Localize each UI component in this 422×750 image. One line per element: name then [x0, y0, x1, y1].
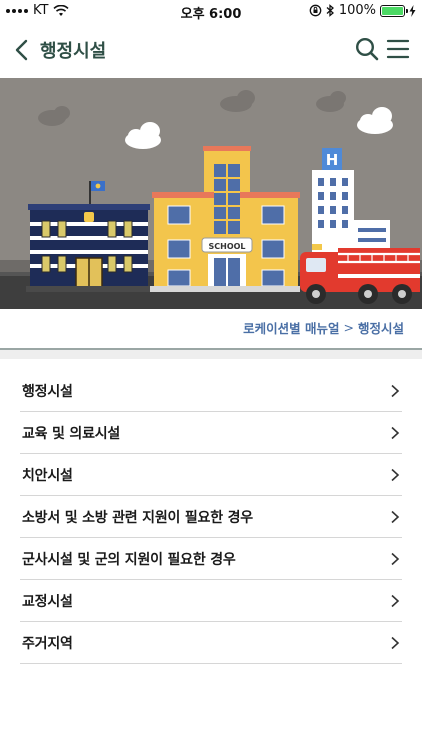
- navigation-bar: 행정시설: [0, 22, 422, 78]
- charging-icon: [409, 4, 416, 17]
- school-sign-text: SCHOOL: [208, 242, 245, 251]
- list-item-label: 교육 및 의료시설: [22, 425, 121, 442]
- list-item-label: 군사시설 및 군의 지원이 필요한 경우: [22, 551, 236, 568]
- battery-percent: 100%: [338, 3, 376, 18]
- list-item-residential[interactable]: 주거지역: [20, 622, 402, 664]
- list-item-public-safety[interactable]: 치안시설: [20, 454, 402, 496]
- orientation-lock-icon: [309, 4, 322, 17]
- list-item-military[interactable]: 군사시설 및 군의 지원이 필요한 경우: [20, 538, 402, 580]
- list-item-label: 치안시설: [22, 467, 73, 484]
- back-button[interactable]: [12, 38, 32, 62]
- list-item-label: 소방서 및 소방 관련 지원이 필요한 경우: [22, 509, 253, 526]
- breadcrumb-separator: >: [343, 320, 354, 335]
- list-item-label: 주거지역: [22, 635, 73, 652]
- list-item-label: 행정시설: [22, 383, 73, 400]
- fire-truck-illustration: [300, 244, 420, 304]
- bluetooth-icon: [326, 4, 334, 17]
- chevron-right-icon: [391, 468, 400, 481]
- chevron-right-icon: [391, 384, 400, 397]
- list-item-label: 교정시설: [22, 593, 73, 610]
- chevron-right-icon: [391, 426, 400, 439]
- chevron-right-icon: [391, 510, 400, 523]
- status-bar: KT 오후 6:00 100%: [0, 0, 422, 22]
- facilities-banner: SCHOOL H: [0, 78, 422, 309]
- list-item-administrative[interactable]: 행정시설: [20, 370, 402, 412]
- section-gap: [0, 350, 422, 359]
- chevron-right-icon: [391, 594, 400, 607]
- battery-fill: [382, 6, 403, 15]
- hospital-sign-text: H: [326, 151, 339, 169]
- page-title: 행정시설: [40, 41, 107, 62]
- breadcrumb: 로케이션별 매뉴얼 > 행정시설: [243, 318, 404, 337]
- list-item-correctional[interactable]: 교정시설: [20, 580, 402, 622]
- chevron-right-icon: [391, 552, 400, 565]
- battery-icon: [380, 4, 408, 17]
- list-item-education-medical[interactable]: 교육 및 의료시설: [20, 412, 402, 454]
- menu-icon[interactable]: [386, 38, 410, 60]
- breadcrumb-current: 행정시설: [357, 321, 404, 336]
- facility-list: 행정시설 교육 및 의료시설 치안시설 소방서 및 소방 관련 지원이 필요한 …: [20, 370, 402, 664]
- list-item-fire-station[interactable]: 소방서 및 소방 관련 지원이 필요한 경우: [20, 496, 402, 538]
- status-right: 100%: [309, 3, 416, 18]
- facilities-illustration: SCHOOL H: [0, 78, 422, 309]
- search-icon[interactable]: [354, 36, 380, 62]
- chevron-right-icon: [391, 636, 400, 649]
- breadcrumb-parent[interactable]: 로케이션별 매뉴얼: [243, 318, 339, 337]
